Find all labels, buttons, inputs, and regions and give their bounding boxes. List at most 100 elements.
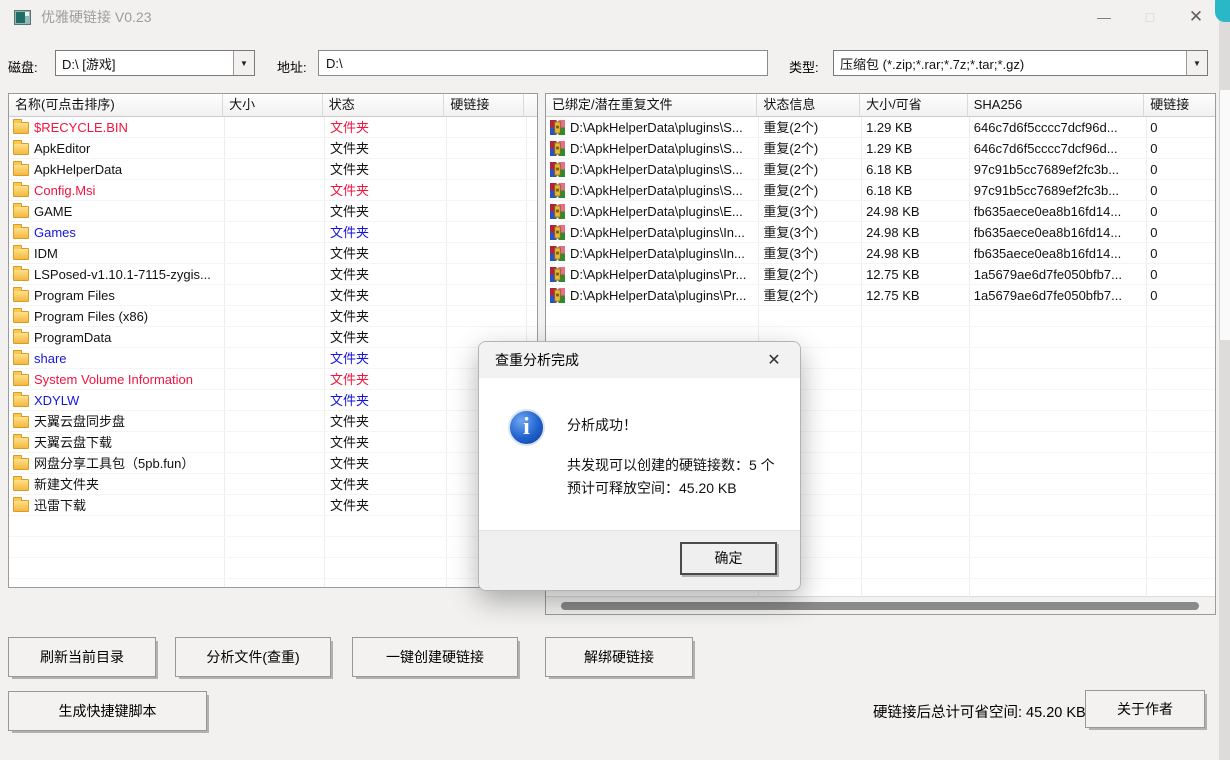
column-header[interactable]: SHA256 — [968, 94, 1144, 116]
folder-status: 文件夹 — [324, 327, 446, 348]
archive-file-icon — [550, 120, 565, 135]
folder-row[interactable]: 新建文件夹 文件夹 — [9, 474, 537, 495]
column-header[interactable]: 大小 — [223, 94, 323, 116]
folder-icon — [13, 290, 29, 302]
folder-row[interactable]: IDM 文件夹 — [9, 243, 537, 264]
folder-name: ApkEditor — [34, 138, 90, 159]
folder-icon — [13, 479, 29, 491]
folder-list-panel: 名称(可点击排序)大小状态硬链接 $RECYCLE.BIN 文件夹 ApkEdi… — [8, 93, 538, 588]
file-path: D:\ApkHelperData\plugins\S... — [570, 117, 743, 138]
analyze-files-button[interactable]: 分析文件(查重) — [175, 637, 331, 677]
disk-combobox[interactable]: D:\ [游戏] ▼ — [55, 50, 255, 76]
file-size: 1.29 KB — [860, 117, 968, 138]
folder-row[interactable]: Program Files 文件夹 — [9, 285, 537, 306]
column-header[interactable]: 名称(可点击排序) — [9, 94, 223, 116]
folder-row[interactable]: share 文件夹 — [9, 348, 537, 369]
file-size: 24.98 KB — [860, 201, 968, 222]
column-header[interactable] — [524, 94, 537, 116]
folder-row[interactable]: 网盘分享工具包（5pb.fun） 文件夹 — [9, 453, 537, 474]
duplicate-row[interactable]: D:\ApkHelperData\plugins\Pr... 重复(2个) 12… — [546, 264, 1215, 285]
folder-name: ApkHelperData — [34, 159, 122, 180]
dialog-space-savings: 预计可释放空间：45.20 KB — [567, 478, 737, 498]
file-size: 24.98 KB — [860, 243, 968, 264]
minimize-button[interactable]: — — [1081, 0, 1127, 34]
generate-script-button[interactable]: 生成快捷键脚本 — [8, 691, 207, 731]
ok-button[interactable]: 确定 — [680, 542, 777, 575]
dialog-message: 分析成功！ — [567, 415, 637, 435]
folder-name: 天翼云盘下载 — [34, 432, 112, 453]
file-size: 24.98 KB — [860, 222, 968, 243]
file-size: 12.75 KB — [860, 285, 968, 306]
create-hardlinks-button[interactable]: 一键创建硬链接 — [352, 637, 518, 677]
folder-row[interactable]: LSPosed-v1.10.1-7115-zygis... 文件夹 — [9, 264, 537, 285]
file-path: D:\ApkHelperData\plugins\S... — [570, 180, 743, 201]
folder-row[interactable]: Games 文件夹 — [9, 222, 537, 243]
horizontal-scrollbar[interactable] — [546, 596, 1215, 614]
folder-icon — [13, 227, 29, 239]
folder-row[interactable]: ProgramData 文件夹 — [9, 327, 537, 348]
folder-status: 文件夹 — [324, 306, 446, 327]
folder-name: XDYLW — [34, 390, 79, 411]
folder-name: $RECYCLE.BIN — [34, 117, 128, 138]
folder-row[interactable]: System Volume Information 文件夹 — [9, 369, 537, 390]
disk-combobox-value: D:\ [游戏] — [56, 54, 233, 73]
sha256-value: 1a5679ae6d7fe050bfb7... — [968, 264, 1144, 285]
column-header[interactable]: 硬链接 — [1144, 94, 1215, 116]
folder-row[interactable]: $RECYCLE.BIN 文件夹 — [9, 117, 537, 138]
column-header[interactable]: 状态 — [323, 94, 445, 116]
address-input[interactable] — [318, 50, 768, 76]
column-header[interactable]: 大小/可省 — [860, 94, 968, 116]
dialog-close-icon[interactable]: ✕ — [760, 350, 788, 370]
hardlink-count: 0 — [1144, 201, 1215, 222]
file-size: 6.18 KB — [860, 159, 968, 180]
duplicate-row[interactable]: D:\ApkHelperData\plugins\S... 重复(2个) 1.2… — [546, 117, 1215, 138]
duplicate-row[interactable]: D:\ApkHelperData\plugins\S... 重复(2个) 6.1… — [546, 180, 1215, 201]
address-label: 地址: — [277, 57, 307, 76]
folder-row[interactable]: Program Files (x86) 文件夹 — [9, 306, 537, 327]
folder-row[interactable]: 天翼云盘同步盘 文件夹 — [9, 411, 537, 432]
folder-status: 文件夹 — [324, 138, 446, 159]
folder-row[interactable]: Config.Msi 文件夹 — [9, 180, 537, 201]
sha256-value: 97c91b5cc7689ef2fc3b... — [968, 180, 1144, 201]
refresh-directory-button[interactable]: 刷新当前目录 — [8, 637, 156, 677]
archive-file-icon — [550, 162, 565, 177]
unbind-hardlinks-button[interactable]: 解绑硬链接 — [545, 637, 693, 677]
maximize-button[interactable]: □ — [1127, 0, 1173, 34]
hardlink-count: 0 — [1144, 159, 1215, 180]
sha256-value: 646c7d6f5cccc7dcf96d... — [968, 117, 1144, 138]
folder-row[interactable]: 天翼云盘下载 文件夹 — [9, 432, 537, 453]
dialog-body: i 分析成功！ 共发现可以创建的硬链接数：5 个 预计可释放空间：45.20 K… — [479, 378, 800, 530]
folder-status: 文件夹 — [324, 222, 446, 243]
folder-row[interactable]: ApkHelperData 文件夹 — [9, 159, 537, 180]
folder-icon — [13, 458, 29, 470]
sha256-value: fb635aece0ea8b16fd14... — [968, 243, 1144, 264]
duplicate-row[interactable]: D:\ApkHelperData\plugins\In... 重复(3个) 24… — [546, 222, 1215, 243]
duplicate-row[interactable]: D:\ApkHelperData\plugins\Pr... 重复(2个) 12… — [546, 285, 1215, 306]
folder-status: 文件夹 — [324, 495, 446, 516]
column-header[interactable]: 已绑定/潜在重复文件 — [546, 94, 757, 116]
folder-name: 天翼云盘同步盘 — [34, 411, 125, 432]
app-icon — [14, 10, 31, 25]
folder-row[interactable]: ApkEditor 文件夹 — [9, 138, 537, 159]
scrollbar-thumb[interactable] — [561, 602, 1199, 610]
sha256-value: fb635aece0ea8b16fd14... — [968, 201, 1144, 222]
duplicate-row[interactable]: D:\ApkHelperData\plugins\In... 重复(3个) 24… — [546, 243, 1215, 264]
duplicate-row[interactable]: D:\ApkHelperData\plugins\S... 重复(2个) 1.2… — [546, 138, 1215, 159]
folder-row[interactable]: 迅雷下载 文件夹 — [9, 495, 537, 516]
duplicate-row[interactable]: D:\ApkHelperData\plugins\E... 重复(3个) 24.… — [546, 201, 1215, 222]
folder-status: 文件夹 — [324, 453, 446, 474]
duplicate-row[interactable]: D:\ApkHelperData\plugins\S... 重复(2个) 6.1… — [546, 159, 1215, 180]
type-combobox[interactable]: 压缩包 (*.zip;*.rar;*.7z;*.tar;*.gz) ▼ — [833, 50, 1208, 76]
column-header[interactable]: 硬链接 — [444, 94, 524, 116]
type-label: 类型: — [789, 57, 819, 76]
folder-row[interactable]: XDYLW 文件夹 — [9, 390, 537, 411]
chevron-down-icon[interactable]: ▼ — [233, 51, 254, 75]
file-path: D:\ApkHelperData\plugins\Pr... — [570, 264, 746, 285]
archive-file-icon — [550, 288, 565, 303]
folder-name: GAME — [34, 201, 72, 222]
chevron-down-icon[interactable]: ▼ — [1186, 51, 1207, 75]
close-button[interactable]: ✕ — [1173, 0, 1219, 34]
column-header[interactable]: 状态信息 — [757, 94, 860, 116]
about-author-button[interactable]: 关于作者 — [1085, 690, 1205, 728]
folder-row[interactable]: GAME 文件夹 — [9, 201, 537, 222]
